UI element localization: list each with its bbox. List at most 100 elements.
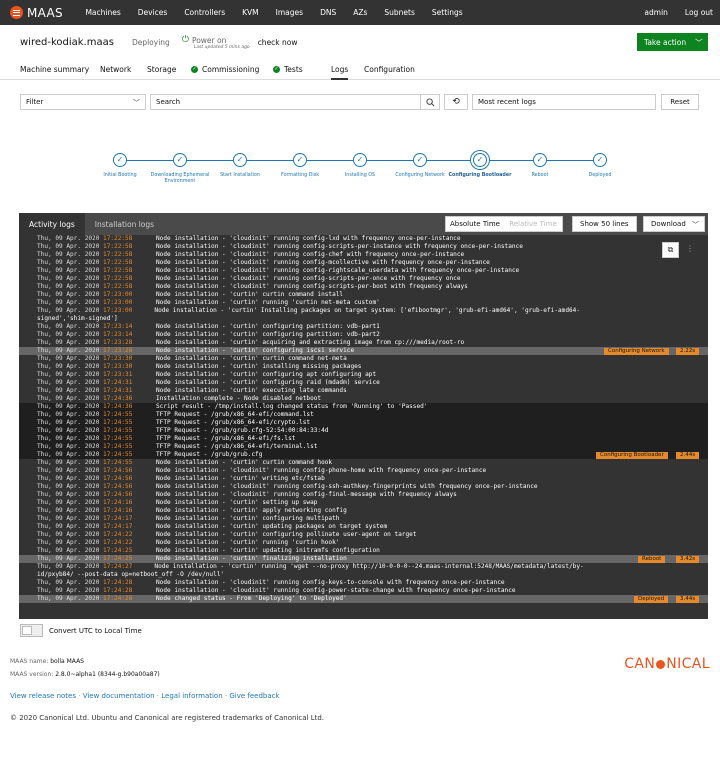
log-row: Thu, 09 Apr. 2020 17:23:00 Node installa… (19, 307, 708, 323)
log-time: 17:24:31 (103, 379, 133, 386)
nav-azs[interactable]: AZs (353, 8, 367, 17)
log-time: 17:23:14 (103, 331, 133, 338)
log-time: 17:24:55 (103, 427, 133, 434)
maas-logo[interactable]: MAAS (10, 6, 63, 20)
log-time: 17:24:55 (103, 435, 133, 442)
nav-dns[interactable]: DNS (320, 8, 336, 17)
show-lines-select[interactable]: Show 50 lines (572, 216, 637, 232)
tab-label: Tests (284, 65, 303, 74)
log-time: 17:24:27 (103, 563, 133, 570)
tab-machine-summary[interactable]: Machine summary (20, 65, 89, 74)
tab-configuration[interactable]: Configuration (364, 65, 415, 74)
legal-information-link[interactable]: Legal information (161, 692, 222, 700)
log-message: Node installation - 'cloudinit' running … (156, 267, 520, 274)
log-date: Thu, 09 Apr. 2020 (37, 563, 100, 570)
log-time: 17:24:55 (103, 451, 133, 458)
documentation-link[interactable]: View documentation (83, 692, 155, 700)
log-time: 17:23:00 (103, 291, 133, 298)
tab-commissioning[interactable]: ✓ Commissioning (191, 65, 259, 74)
log-time: 17:23:31 (103, 371, 133, 378)
check-circle-icon: ✓ (173, 153, 187, 167)
take-action-button[interactable]: Take action ﹀ (637, 33, 708, 51)
log-date: Thu, 09 Apr. 2020 (37, 387, 100, 394)
nav-images[interactable]: Images (276, 8, 303, 17)
log-date: Thu, 09 Apr. 2020 (37, 283, 100, 290)
give-feedback-link[interactable]: Give feedback (229, 692, 279, 700)
download-dropdown[interactable]: Download ﹀ (643, 216, 705, 232)
tab-activity-logs[interactable]: Activity logs (19, 213, 85, 235)
tab-storage[interactable]: Storage (147, 65, 176, 74)
history-button[interactable]: ⟲ (444, 94, 468, 110)
tab-network[interactable]: Network (100, 65, 131, 74)
event-badge: Configuring Bootloader (596, 451, 668, 459)
log-time: 17:24:25 (103, 547, 133, 554)
log-time: 17:24:25 (103, 555, 133, 562)
log-date: Thu, 09 Apr. 2020 (37, 491, 100, 498)
log-date: Thu, 09 Apr. 2020 (37, 451, 100, 458)
log-message: Node installation - 'cloudinit' running … (156, 275, 461, 282)
machine-hostname[interactable]: wired-kodiak.maas (20, 37, 114, 48)
check-icon: ✓ (273, 66, 280, 73)
reset-button[interactable]: Reset (661, 94, 699, 110)
utc-toggle-row: Convert UTC to Local Time (20, 624, 142, 637)
log-date: Thu, 09 Apr. 2020 (37, 531, 100, 538)
deployment-progress: ✓ Initial Booting ✓ Downloading Ephemeral E… (0, 150, 720, 200)
chevron-down-icon: ﹀ (695, 37, 703, 47)
log-message: Node installation - 'curtin' acquiring a… (156, 339, 465, 346)
nav-controllers[interactable]: Controllers (184, 8, 225, 17)
canonical-text-left: CAN (624, 656, 656, 672)
tab-tests[interactable]: ✓ Tests (273, 65, 303, 74)
utc-toggle-switch[interactable] (20, 624, 43, 637)
log-row: Thu, 09 Apr. 2020 17:23:31 Node installat… (19, 371, 708, 379)
log-row: Thu, 09 Apr. 2020 17:24:36 Script result … (19, 403, 708, 411)
tab-installation-logs[interactable]: Installation logs (85, 213, 164, 235)
log-row: Thu, 09 Apr. 2020 17:24:55 Node installat… (19, 459, 708, 467)
nav-user[interactable]: admin (644, 8, 668, 17)
log-date: Thu, 09 Apr. 2020 (37, 595, 100, 602)
nav-kvm[interactable]: KVM (242, 8, 259, 17)
log-time: 17:24:56 (103, 475, 133, 482)
log-row: Thu, 09 Apr. 2020 17:24:27 Node installa… (19, 563, 708, 579)
nav-devices[interactable]: Devices (138, 8, 168, 17)
log-time: 17:24:36 (103, 403, 133, 410)
log-row: Thu, 09 Apr. 2020 17:24:16 Node installat… (19, 499, 708, 507)
time-format-toggle[interactable]: Absolute Time Relative Time (445, 216, 563, 232)
check-now-button[interactable]: check now (258, 38, 298, 47)
log-time: 17:23:14 (103, 323, 133, 330)
logs-select[interactable]: Most recent logs (472, 94, 656, 110)
nav-logout[interactable]: Log out (685, 8, 713, 17)
relative-time-option[interactable]: Relative Time (504, 217, 562, 231)
release-notes-link[interactable]: View release notes (10, 692, 76, 700)
check-circle-icon: ✓ (293, 153, 307, 167)
maas-name-label: MAAS name: (10, 658, 49, 665)
event-duration-badge: 2.44s (676, 451, 700, 459)
log-date: Thu, 09 Apr. 2020 (37, 291, 100, 298)
check-circle-icon: ✓ (233, 153, 247, 167)
more-options-icon[interactable]: ⋮ (686, 244, 694, 253)
log-time: 17:24:36 (103, 395, 133, 402)
log-row: Thu, 09 Apr. 2020 17:22:58 Node installat… (19, 275, 708, 283)
log-date: Thu, 09 Apr. 2020 (37, 395, 100, 402)
tab-logs[interactable]: Logs (331, 65, 349, 80)
copy-icon[interactable]: ⧉ (662, 242, 679, 258)
nav-machines[interactable]: Machines (85, 8, 120, 17)
log-tabs: Activity logs Installation logs Absolute… (19, 213, 708, 235)
log-row: Thu, 09 Apr. 2020 17:24:25 Node installat… (19, 555, 708, 563)
log-date: Thu, 09 Apr. 2020 (37, 403, 100, 410)
log-time: 17:24:28 (103, 595, 133, 602)
search-input[interactable]: Search (150, 94, 440, 110)
filter-dropdown[interactable]: Filter ﹀ (20, 94, 146, 110)
nav-subnets[interactable]: Subnets (384, 8, 415, 17)
search-icon[interactable] (420, 95, 439, 109)
log-time: 17:24:17 (103, 515, 133, 522)
absolute-time-option[interactable]: Absolute Time (446, 217, 504, 231)
log-row: Thu, 09 Apr. 2020 17:22:58 Node installat… (19, 243, 708, 251)
footer: MAAS name: bolla MAAS MAAS version: 2.8.… (10, 658, 710, 722)
log-message: Node installation - 'curtin' curtin comm… (156, 291, 344, 298)
nav-settings[interactable]: Settings (432, 8, 463, 17)
log-time: 17:24:55 (103, 411, 133, 418)
log-message: Node installation - 'cloudinit' running … (156, 587, 516, 594)
event-badge: Configuring Network (604, 347, 669, 355)
log-date: Thu, 09 Apr. 2020 (37, 419, 100, 426)
log-body[interactable]: Thu, 09 Apr. 2020 17:22:58 Node installat… (19, 235, 708, 619)
